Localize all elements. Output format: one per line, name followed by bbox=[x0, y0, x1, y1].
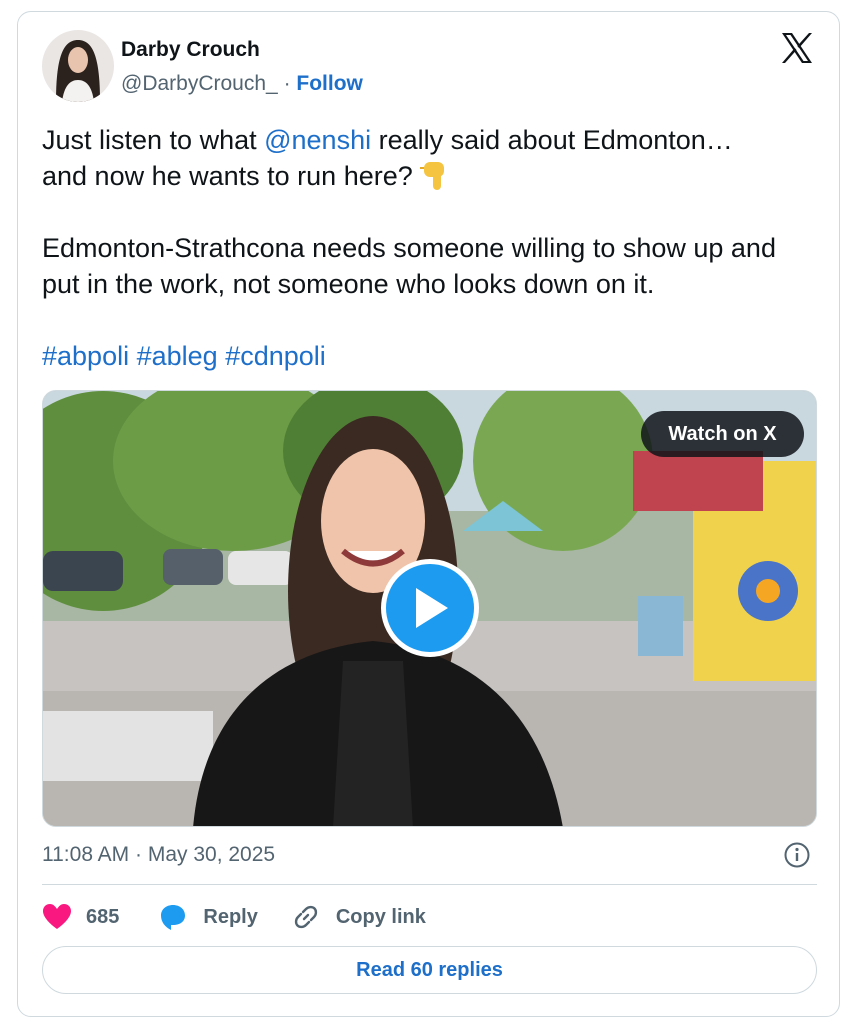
copy-link-button[interactable]: Copy link bbox=[292, 903, 426, 931]
read-replies-button[interactable]: Read 60 replies bbox=[42, 946, 817, 994]
tweet-card: Darby Crouch @DarbyCrouch_ · Follow Just… bbox=[17, 11, 840, 1017]
author-handle[interactable]: @DarbyCrouch_ bbox=[121, 72, 278, 95]
tweet-text: Just listen to what @nenshi really said … bbox=[42, 122, 817, 374]
action-bar: 685 Reply Copy link bbox=[42, 900, 426, 934]
reply-bubble-icon bbox=[161, 905, 186, 930]
hashtag-cdnpoli[interactable]: #cdnpoli bbox=[225, 341, 326, 371]
separator: · bbox=[283, 72, 291, 95]
mention-link[interactable]: @nenshi bbox=[264, 125, 371, 155]
hashtag-ableg[interactable]: #ableg bbox=[137, 341, 218, 371]
play-button[interactable] bbox=[381, 559, 479, 657]
info-icon[interactable] bbox=[783, 841, 811, 869]
video-player[interactable]: Watch on X bbox=[42, 390, 817, 827]
tweet-paragraph-2: Edmonton-Strathcona needs someone willin… bbox=[42, 233, 776, 299]
link-icon bbox=[294, 905, 317, 929]
reply-label: Reply bbox=[203, 905, 258, 928]
x-logo-icon[interactable] bbox=[779, 30, 815, 66]
tweet-timestamp[interactable]: 11:08 AM · May 30, 2025 bbox=[42, 843, 275, 867]
like-button[interactable]: 685 bbox=[42, 903, 119, 931]
hashtag-abpoli[interactable]: #abpoli bbox=[42, 341, 129, 371]
pointing-down-emoji-icon bbox=[420, 158, 450, 194]
avatar[interactable] bbox=[42, 30, 114, 102]
tweet-line-1: Just listen to what @nenshi really said … bbox=[42, 125, 733, 155]
author-name[interactable]: Darby Crouch bbox=[121, 38, 260, 62]
author-handle-line: @DarbyCrouch_ · Follow bbox=[121, 72, 363, 96]
reply-button[interactable]: Reply bbox=[159, 903, 258, 931]
tweet-line-2: and now he wants to run here? bbox=[42, 158, 817, 194]
play-icon bbox=[416, 588, 448, 628]
copy-link-label: Copy link bbox=[335, 905, 426, 928]
follow-button[interactable]: Follow bbox=[296, 72, 363, 95]
hashtag-line: #abpoli #ableg #cdnpoli bbox=[42, 338, 817, 374]
divider bbox=[42, 884, 817, 885]
watch-on-x-button[interactable]: Watch on X bbox=[641, 411, 804, 457]
heart-icon bbox=[43, 904, 71, 929]
like-count: 685 bbox=[86, 905, 120, 928]
